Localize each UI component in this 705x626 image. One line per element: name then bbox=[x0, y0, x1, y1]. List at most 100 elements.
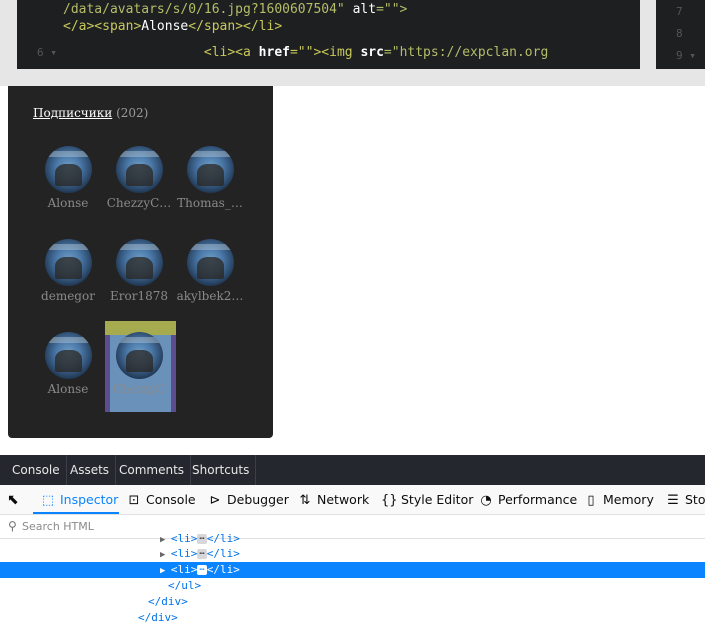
avatar[interactable] bbox=[45, 332, 92, 379]
toolbar-tab-debugger[interactable]: ⊳ Debugger bbox=[207, 485, 289, 514]
inspector-icon: ⬚ bbox=[41, 493, 55, 508]
toolbar-tab-performance[interactable]: ◔ Performance bbox=[478, 485, 577, 514]
line-number: 8 bbox=[676, 27, 683, 40]
subscribers-count: (202) bbox=[116, 106, 149, 120]
subscribers-link[interactable]: Подписчики bbox=[33, 106, 112, 120]
collapsed-children-badge[interactable]: ⋯ bbox=[197, 534, 207, 544]
line-number: 6 ▾ bbox=[37, 46, 57, 59]
subscriber-item[interactable]: ChezzyC… bbox=[104, 146, 174, 226]
devtools-toolbar: ⬚ Inspector ⊡ Console ⊳ Debugger ⇅ Network {} Sty… bbox=[0, 485, 705, 515]
toolbar-tab-sto[interactable]: ☰ Sto bbox=[665, 485, 705, 514]
avatar[interactable] bbox=[116, 332, 163, 379]
markup-tag: </div> bbox=[148, 595, 188, 608]
toolbar-tab-inspector[interactable]: ⬚ Inspector bbox=[40, 485, 118, 514]
code-token: Alonse bbox=[141, 19, 189, 34]
markup-node-content: </div> bbox=[148, 594, 188, 610]
avatar-logo-band bbox=[187, 151, 234, 157]
toolbar-tab-style-editor[interactable]: {} Style Editor bbox=[381, 485, 473, 514]
subscriber-item[interactable]: demegor bbox=[33, 239, 103, 319]
code-line: /data/avatars/s/0/16.jpg?1600607504" alt… bbox=[63, 2, 407, 18]
avatar[interactable] bbox=[187, 146, 234, 193]
toolbar-tab-network[interactable]: ⇅ Network bbox=[297, 485, 370, 514]
code-editor-right-pane[interactable]: 7 8 9 ▾ bbox=[656, 0, 705, 69]
code-token: </span></li> bbox=[188, 19, 283, 34]
avatar-figure bbox=[55, 164, 82, 186]
subscriber-name[interactable]: Eror1878 bbox=[104, 289, 174, 303]
avatar[interactable] bbox=[116, 239, 163, 286]
devtools-tab-bar: Console Assets Comments Shortcuts bbox=[0, 455, 705, 485]
subscriber-name[interactable]: Thomas_… bbox=[175, 196, 245, 210]
devtools-tab-console[interactable]: Console bbox=[6, 455, 67, 485]
markup-close-tag: </li> bbox=[206, 563, 240, 576]
toolbar-tab-label: Debugger bbox=[227, 492, 289, 507]
line-number: 9 ▾ bbox=[676, 49, 696, 62]
devtools-tab-shortcuts[interactable]: Shortcuts bbox=[186, 455, 257, 485]
code-line: </a><span>Alonse</span></li> bbox=[63, 19, 282, 35]
code-token: href bbox=[258, 45, 290, 60]
network-icon: ⇅ bbox=[299, 493, 311, 508]
avatar[interactable] bbox=[45, 146, 92, 193]
markup-node[interactable]: ▶ <li> ⋯ </li> bbox=[0, 546, 705, 562]
collapsed-children-badge[interactable]: ⋯ bbox=[197, 549, 207, 559]
element-picker-icon[interactable]: ⬉ bbox=[7, 491, 25, 509]
collapsed-children-badge[interactable]: ⋯ bbox=[197, 565, 207, 575]
avatar[interactable] bbox=[45, 239, 92, 286]
markup-node[interactable]: ▶ <li> ⋯ </li> bbox=[0, 531, 705, 547]
avatar-figure bbox=[197, 164, 224, 186]
avatar-figure bbox=[55, 257, 82, 279]
avatar-logo-band bbox=[116, 244, 163, 250]
devtools-tab-comments[interactable]: Comments bbox=[113, 455, 192, 485]
devtools-tab-assets[interactable]: Assets bbox=[64, 455, 117, 485]
memory-icon: ▯ bbox=[587, 493, 595, 508]
avatar[interactable] bbox=[116, 146, 163, 193]
markup-node[interactable]: </div> bbox=[0, 610, 705, 626]
toolbar-tab-label: Style Editor bbox=[401, 492, 474, 507]
code-token: src bbox=[360, 45, 384, 60]
subscriber-item[interactable]: akylbek2… bbox=[175, 239, 245, 319]
code-token: /data/avatars/s/0/16.jpg?1600607504" bbox=[63, 2, 353, 17]
avatar-logo-band bbox=[116, 337, 163, 343]
code-line: <li><a href=""><img src="https://expclan… bbox=[63, 45, 548, 61]
avatar[interactable] bbox=[187, 239, 234, 286]
subscriber-item[interactable]: Alonse bbox=[33, 146, 103, 226]
markup-node[interactable]: </div> bbox=[0, 594, 705, 610]
code-token: alt bbox=[352, 2, 377, 17]
subscriber-name[interactable]: demegor bbox=[33, 289, 103, 303]
markup-node-content: ▶ <li> ⋯ </li> bbox=[160, 546, 240, 563]
avatar-figure bbox=[126, 164, 153, 186]
toolbar-tab-label: Sto bbox=[685, 492, 705, 507]
code-token: =""><img bbox=[289, 45, 361, 60]
expand-twisty-icon[interactable]: ▶ bbox=[160, 535, 171, 545]
subscriber-item[interactable]: Thomas_… bbox=[175, 146, 245, 226]
code-token: </a><span> bbox=[63, 19, 142, 34]
subscriber-name[interactable]: Alonse bbox=[33, 382, 103, 396]
markup-node[interactable]: ▶ <li> ⋯ </li> bbox=[0, 562, 705, 578]
subscribers-panel: Подписчики (202) Alonse ChezzyC… Thomas_… d… bbox=[8, 86, 273, 438]
markup-tag: <li> bbox=[170, 547, 198, 560]
subscriber-item[interactable]: Alonse bbox=[33, 332, 103, 412]
debugger-icon: ⊳ bbox=[209, 493, 221, 508]
toolbar-tab-label: Performance bbox=[498, 492, 578, 507]
expand-twisty-icon[interactable]: ▶ bbox=[160, 566, 171, 576]
subscriber-name[interactable]: Alonse bbox=[33, 196, 103, 210]
markup-tag: <li> bbox=[170, 532, 198, 545]
subscriber-item[interactable]: ChezzyC bbox=[104, 332, 174, 412]
markup-close-tag: </li> bbox=[206, 532, 240, 545]
markup-node[interactable]: </ul> bbox=[0, 578, 705, 594]
toolbar-tab-label: Console bbox=[146, 492, 196, 507]
subscriber-name[interactable]: ChezzyC… bbox=[104, 196, 174, 210]
toolbar-tab-memory[interactable]: ▯ Memory bbox=[583, 485, 654, 514]
storage-icon: ☰ bbox=[667, 493, 679, 508]
code-editor-pane[interactable]: /data/avatars/s/0/16.jpg?1600607504" alt… bbox=[17, 0, 640, 69]
subscribers-header: Подписчики (202) bbox=[33, 106, 148, 120]
toolbar-tab-label: Memory bbox=[603, 492, 654, 507]
toolbar-tab-console[interactable]: ⊡ Console bbox=[126, 485, 196, 514]
active-tab-indicator bbox=[33, 512, 119, 514]
avatar-figure bbox=[126, 350, 153, 372]
console-icon: ⊡ bbox=[128, 493, 140, 508]
subscriber-item[interactable]: Eror1878 bbox=[104, 239, 174, 319]
subscriber-name[interactable]: ChezzyC bbox=[104, 382, 174, 396]
subscriber-name[interactable]: akylbek2… bbox=[175, 289, 245, 303]
expand-twisty-icon[interactable]: ▶ bbox=[160, 550, 171, 560]
avatar-logo-band bbox=[187, 244, 234, 250]
